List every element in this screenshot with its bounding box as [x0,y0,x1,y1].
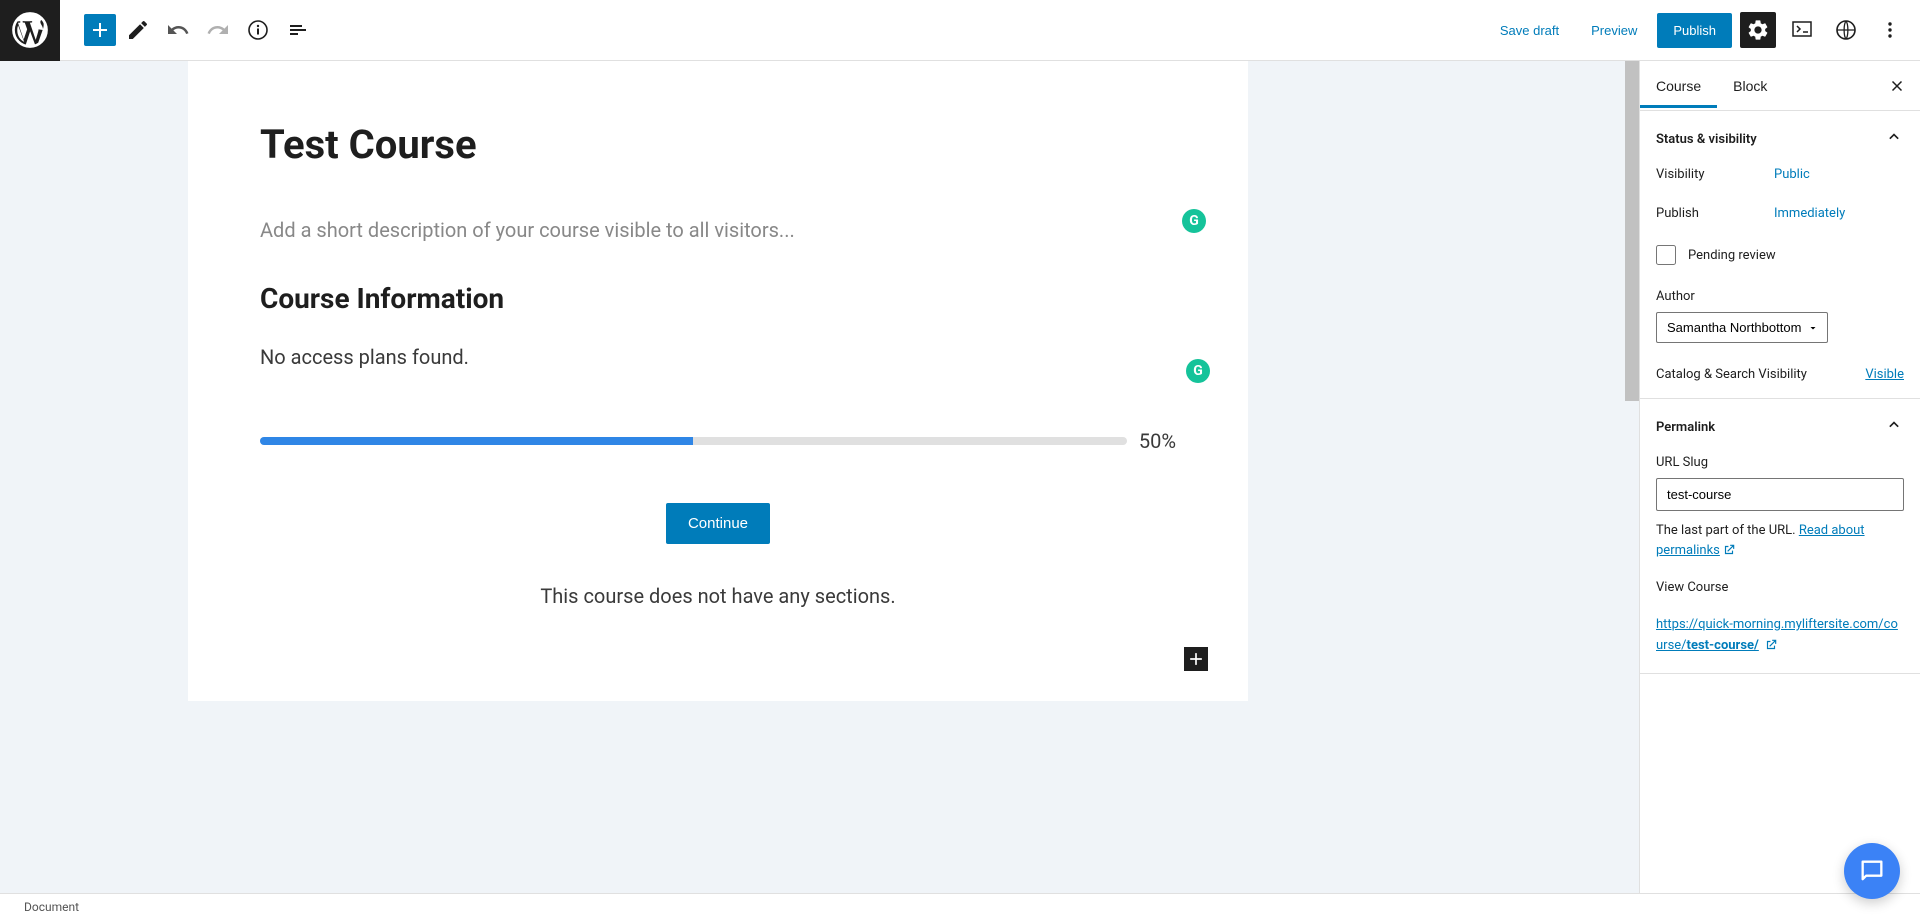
status-panel-header[interactable]: Status & visibility [1640,111,1920,167]
no-access-text: No access plans found. [260,345,1176,369]
visibility-value[interactable]: Public [1774,167,1810,182]
chevron-up-icon [1884,415,1904,439]
redo-icon [206,18,230,42]
description-placeholder[interactable]: Add a short description of your course v… [260,218,1176,242]
help-fab[interactable] [1844,843,1900,899]
info-button[interactable] [240,12,276,48]
grammarly-icon[interactable]: G [1182,209,1206,233]
slug-input[interactable] [1656,478,1904,511]
editor-canvas[interactable]: Test Course G Add a short description of… [0,61,1639,893]
wordpress-icon [12,12,48,48]
permalink-panel-title: Permalink [1656,420,1715,435]
close-sidebar-button[interactable] [1882,71,1912,104]
progress-fill [260,437,693,445]
chat-icon [1858,857,1886,885]
editor-scrollbar[interactable] [1625,61,1639,401]
publish-button[interactable]: Publish [1657,13,1732,48]
editor-content: Test Course G Add a short description of… [188,61,1248,701]
status-panel-body: Visibility Public Publish Immediately Pe… [1640,167,1920,398]
grammarly-icon[interactable]: G [1186,359,1210,383]
tab-block[interactable]: Block [1717,64,1783,108]
edit-mode-button[interactable] [120,12,156,48]
visibility-label: Visibility [1656,167,1774,182]
publish-row: Publish Immediately [1656,206,1904,221]
view-course-label: View Course [1656,580,1904,595]
gear-icon [1746,18,1770,42]
main-area: Test Course G Add a short description of… [0,61,1920,893]
continue-wrap: Continue [260,503,1176,544]
course-url: https://quick-morning.myliftersite.com/c… [1656,615,1904,657]
redo-button[interactable] [200,12,236,48]
lifter-button[interactable] [1784,12,1820,48]
globe-icon [1834,18,1858,42]
external-link-icon [1764,638,1778,652]
permalink-panel-body: URL Slug The last part of the URL. Read … [1640,455,1920,673]
settings-sidebar: Course Block Status & visibility Visibil… [1639,61,1920,893]
lifter-icon [1790,18,1814,42]
add-section-button[interactable] [1184,647,1208,671]
pending-review-row: Pending review [1656,245,1904,265]
more-button[interactable] [1872,12,1908,48]
list-icon [286,18,310,42]
slug-helper: The last part of the URL. Read about per… [1656,521,1904,560]
permalink-panel: Permalink URL Slug The last part of the … [1640,399,1920,674]
author-select[interactable]: Samantha Northbottom [1656,312,1828,343]
settings-button[interactable] [1740,12,1776,48]
undo-button[interactable] [160,12,196,48]
editor-top-bar: Save draft Preview Publish [0,0,1920,61]
publish-value[interactable]: Immediately [1774,206,1845,221]
plus-icon [1186,649,1206,669]
course-title[interactable]: Test Course [260,121,1176,168]
slug-label: URL Slug [1656,455,1904,470]
catalog-value[interactable]: Visible [1865,367,1904,382]
progress-bar [260,437,1127,445]
continue-button[interactable]: Continue [666,503,770,544]
status-visibility-panel: Status & visibility Visibility Public Pu… [1640,111,1920,399]
top-left-controls [0,0,318,60]
pending-review-checkbox[interactable] [1656,245,1676,265]
save-draft-button[interactable]: Save draft [1488,15,1571,46]
plus-icon [88,18,112,42]
undo-icon [166,18,190,42]
progress-row: 50% [260,429,1176,453]
preview-button[interactable]: Preview [1579,15,1649,46]
visibility-row: Visibility Public [1656,167,1904,182]
catalog-label: Catalog & Search Visibility [1656,367,1807,382]
yoast-button[interactable] [1828,12,1864,48]
external-link-icon [1722,543,1736,557]
progress-percent: 50% [1139,429,1176,453]
pending-review-label: Pending review [1688,248,1776,263]
status-panel-title: Status & visibility [1656,132,1757,147]
top-right-controls: Save draft Preview Publish [1488,12,1920,48]
permalink-panel-header[interactable]: Permalink [1640,399,1920,455]
pencil-icon [126,18,150,42]
breadcrumb-document[interactable]: Document [24,900,79,914]
tab-course[interactable]: Course [1640,64,1717,108]
wordpress-logo[interactable] [0,0,60,61]
outline-button[interactable] [280,12,316,48]
catalog-row: Catalog & Search Visibility Visible [1656,367,1904,382]
bottom-status-bar: Document [0,893,1920,919]
add-block-button[interactable] [84,14,116,46]
info-icon [246,18,270,42]
dots-vertical-icon [1878,18,1902,42]
sidebar-tabs: Course Block [1640,61,1920,111]
author-label: Author [1656,289,1904,304]
close-icon [1888,77,1906,95]
chevron-up-icon [1884,127,1904,151]
course-info-heading: Course Information [260,282,1176,315]
no-sections-text: This course does not have any sections. [260,584,1176,608]
publish-label: Publish [1656,206,1774,221]
